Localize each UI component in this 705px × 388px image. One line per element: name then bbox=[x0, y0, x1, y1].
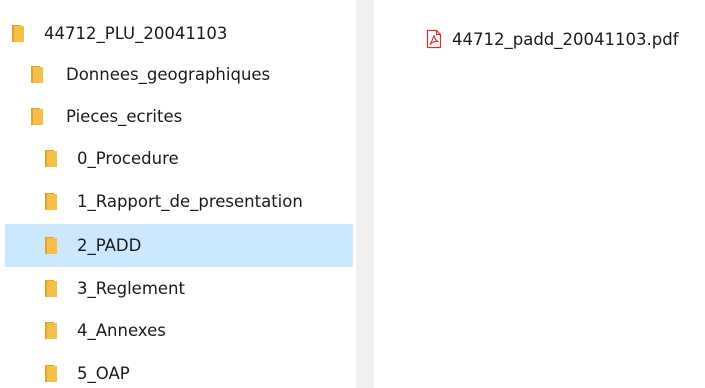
tree-item-label: 2_PADD bbox=[77, 236, 142, 255]
folder-icon bbox=[45, 149, 57, 167]
tree-item-4-annexes[interactable]: 4_Annexes bbox=[5, 310, 353, 350]
file-explorer-window: 44712_PLU_20041103 Donnees_geographiques… bbox=[0, 0, 705, 388]
folder-icon bbox=[12, 24, 24, 42]
tree-item-pieces-ecrites[interactable]: Pieces_ecrites bbox=[5, 96, 353, 136]
folder-icon bbox=[31, 65, 43, 83]
folder-icon bbox=[45, 321, 57, 339]
tree-item-44712-plu-20041103[interactable]: 44712_PLU_20041103 bbox=[5, 13, 353, 53]
tree-item-label: 5_OAP bbox=[77, 363, 130, 383]
tree-item-label: 44712_PLU_20041103 bbox=[44, 23, 228, 43]
tree-item-5-oap[interactable]: 5_OAP bbox=[5, 353, 353, 388]
folder-icon bbox=[45, 279, 57, 297]
tree-item-2-padd[interactable]: 2_PADD bbox=[5, 224, 353, 267]
tree-item-label: 1_Rapport_de_presentation bbox=[77, 191, 303, 211]
tree-item-label: 3_Reglement bbox=[77, 278, 185, 298]
folder-icon bbox=[45, 237, 57, 254]
folder-icon bbox=[45, 364, 57, 382]
file-item-44712-padd-20041103-pdf[interactable]: 44712_padd_20041103.pdf bbox=[426, 26, 679, 52]
tree-item-1-rapport-de-presentation[interactable]: 1_Rapport_de_presentation bbox=[5, 181, 353, 221]
tree-item-3-reglement[interactable]: 3_Reglement bbox=[5, 268, 353, 308]
tree-item-label: Pieces_ecrites bbox=[66, 106, 183, 126]
tree-item-label: 4_Annexes bbox=[77, 320, 166, 340]
pdf-file-icon bbox=[426, 29, 442, 49]
folder-icon bbox=[31, 107, 43, 125]
pane-splitter[interactable] bbox=[356, 0, 374, 388]
file-item-label: 44712_padd_20041103.pdf bbox=[452, 29, 679, 49]
file-list-pane: 44712_padd_20041103.pdf bbox=[374, 0, 705, 388]
tree-item-0-procedure[interactable]: 0_Procedure bbox=[5, 138, 353, 178]
navigation-pane: 44712_PLU_20041103 Donnees_geographiques… bbox=[0, 0, 356, 388]
folder-icon bbox=[45, 192, 57, 210]
tree-item-donnees-geographiques[interactable]: Donnees_geographiques bbox=[5, 54, 353, 94]
tree-item-label: 0_Procedure bbox=[77, 148, 179, 168]
tree-item-label: Donnees_geographiques bbox=[66, 64, 271, 84]
